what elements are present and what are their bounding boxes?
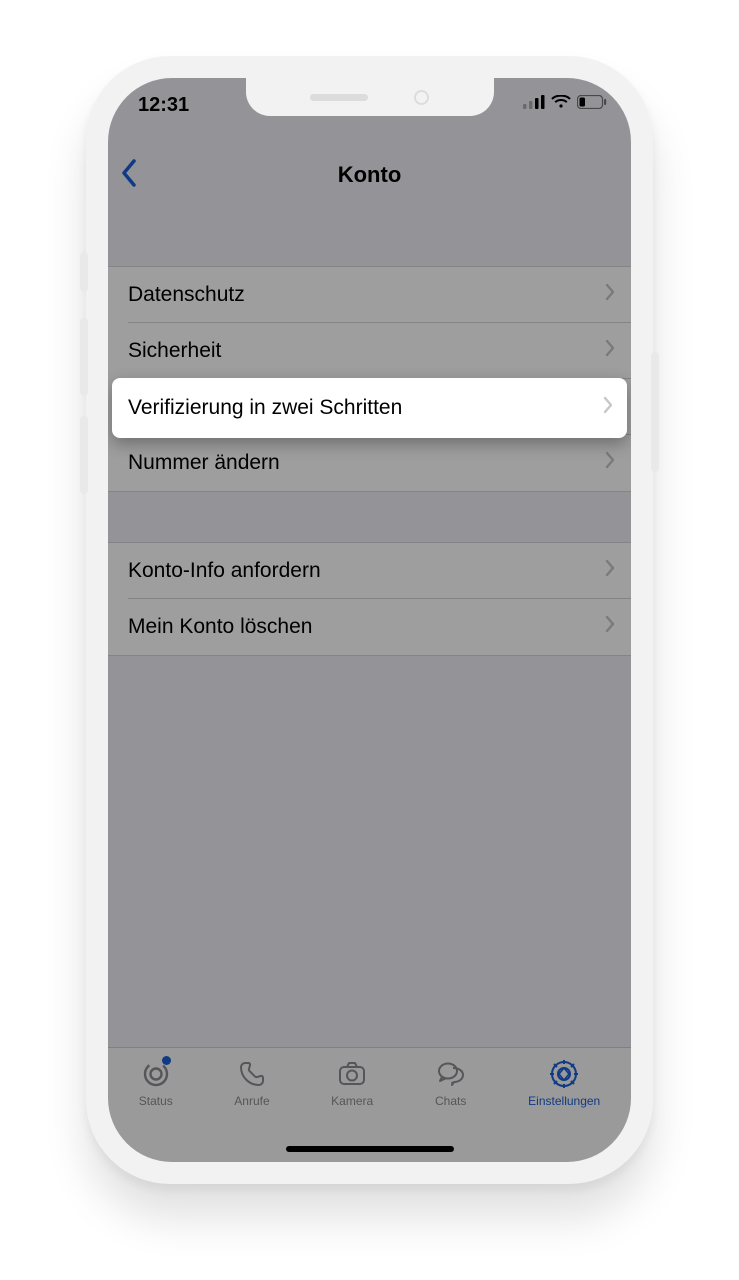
chevron-right-icon <box>605 451 615 475</box>
wifi-icon <box>551 95 571 109</box>
tab-label: Status <box>139 1094 173 1108</box>
front-camera <box>414 90 429 105</box>
chevron-right-icon <box>603 396 613 420</box>
nav-header: Konto <box>108 148 631 206</box>
row-label: Datenschutz <box>128 283 245 307</box>
settings-list: Datenschutz Sicherheit Verifizierung in … <box>108 266 631 656</box>
chevron-right-icon <box>605 559 615 583</box>
tab-bar: Status Anrufe Kamera <box>108 1047 631 1162</box>
home-indicator[interactable] <box>286 1146 454 1152</box>
row-konto-loeschen[interactable]: Mein Konto löschen <box>108 599 631 655</box>
volume-up-button <box>80 318 88 396</box>
tab-status[interactable]: Status <box>139 1058 173 1162</box>
chevron-right-icon <box>605 615 615 639</box>
tab-label: Einstellungen <box>528 1094 600 1108</box>
row-sicherheit[interactable]: Sicherheit <box>108 323 631 379</box>
power-button <box>651 352 659 472</box>
stage: 12:31 Konto <box>0 0 739 1280</box>
speaker-grille <box>310 94 368 101</box>
tab-label: Anrufe <box>234 1094 269 1108</box>
settings-group-2: Konto-Info anfordern Mein Konto löschen <box>108 542 631 656</box>
screen: 12:31 Konto <box>108 78 631 1162</box>
page-title: Konto <box>108 162 631 188</box>
chats-icon <box>435 1058 467 1090</box>
battery-icon <box>577 95 607 109</box>
mute-switch <box>80 252 88 292</box>
cellular-icon <box>523 95 545 109</box>
tab-settings[interactable]: Einstellungen <box>528 1058 600 1162</box>
camera-icon <box>336 1058 368 1090</box>
row-label: Konto-Info anfordern <box>128 559 321 583</box>
volume-down-button <box>80 416 88 494</box>
row-konto-info[interactable]: Konto-Info anfordern <box>108 543 631 599</box>
tab-calls[interactable]: Anrufe <box>234 1058 269 1162</box>
chevron-right-icon <box>605 339 615 363</box>
row-label: Verifizierung in zwei Schritten <box>128 396 402 420</box>
notch <box>246 78 494 116</box>
tab-label: Chats <box>435 1094 466 1108</box>
row-label: Sicherheit <box>128 339 221 363</box>
status-icons <box>523 95 607 109</box>
phone-frame: 12:31 Konto <box>86 56 653 1184</box>
gear-icon <box>548 1058 580 1090</box>
row-label: Mein Konto löschen <box>128 615 312 639</box>
phone-icon <box>236 1058 268 1090</box>
status-time: 12:31 <box>138 94 189 117</box>
row-nummer-aendern[interactable]: Nummer ändern <box>108 435 631 491</box>
row-label: Nummer ändern <box>128 451 280 475</box>
tab-label: Kamera <box>331 1094 373 1108</box>
row-verifizierung-highlighted[interactable]: Verifizierung in zwei Schritten <box>112 378 627 438</box>
chevron-right-icon <box>605 283 615 307</box>
row-datenschutz[interactable]: Datenschutz <box>108 267 631 323</box>
